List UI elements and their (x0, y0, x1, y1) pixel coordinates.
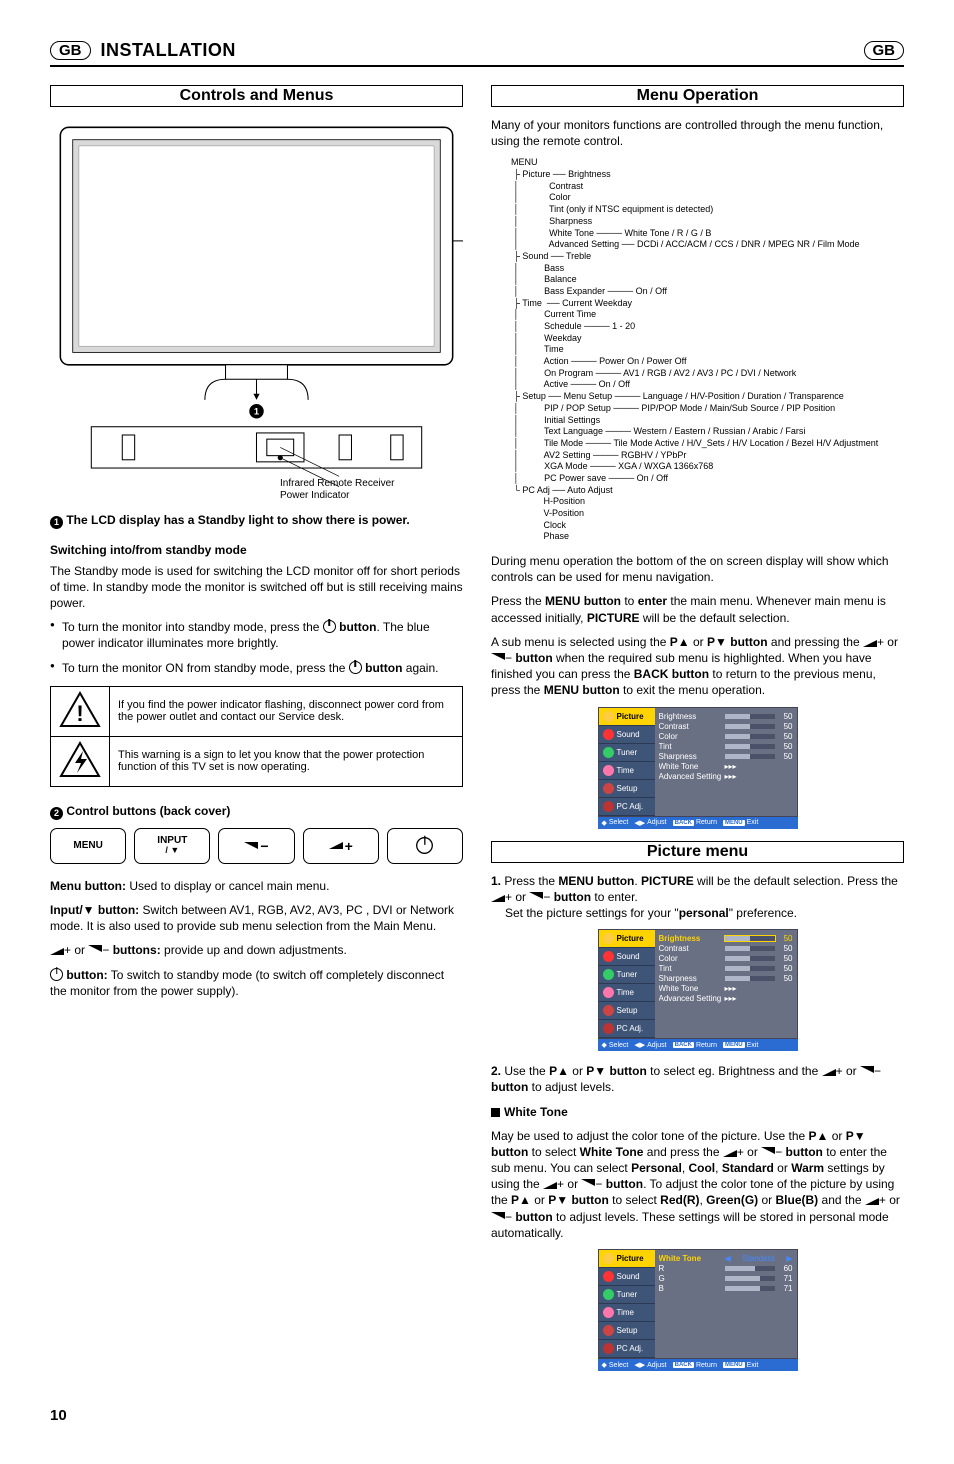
osd-tab-tuner: Tuner (599, 744, 655, 762)
warning-text-2: This warning is a sign to let you know t… (110, 736, 463, 786)
power-icon (349, 661, 362, 674)
lang-badge-left: GB (50, 41, 91, 60)
white-tone-para: May be used to adjust the color tone of … (491, 1128, 904, 1241)
hw-input-button: INPUT/ ▼ (134, 828, 210, 864)
osd-tab-setup: Setup (599, 780, 655, 798)
standby-subheading: Switching into/from standby mode (50, 543, 463, 557)
osd-picture-menu-1: Picture Sound Tuner Time Setup PC Adj. B… (598, 707, 798, 829)
power-icon (323, 620, 336, 633)
hardware-buttons-row: MENU INPUT/ ▼ − + (50, 828, 463, 864)
bullet-exit-standby: To turn the monitor ON from standby mode… (50, 660, 463, 676)
lang-badge-right: GB (864, 41, 905, 60)
standby-bullets: To turn the monitor into standby mode, p… (50, 619, 463, 676)
menu-button-desc: Menu button: Used to display or cancel m… (50, 878, 463, 894)
standby-paragraph: The Standby mode is used for switching t… (50, 563, 463, 612)
input-button-desc: Input/▼ button: Switch between AV1, RGB,… (50, 902, 463, 934)
osd-picture-menu-2: Picture Sound Tuner Time Setup PC Adj. B… (598, 929, 798, 1051)
menu-op-para4: A sub menu is selected using the P▲ or P… (491, 634, 904, 699)
menu-op-para3: Press the MENU button to enter the main … (491, 593, 904, 625)
left-column: Controls and Menus 2 1 Infrared Remote R… (50, 85, 463, 1383)
bullet-enter-standby: To turn the monitor into standby mode, p… (50, 619, 463, 651)
osd-white-tone: Picture Sound Tuner Time Setup PC Adj. W… (598, 1249, 798, 1371)
control-buttons-heading: 2 Control buttons (back cover) (50, 803, 463, 820)
picture-step-2: 2. Use the P▲ or P▼ button to select eg.… (491, 1063, 904, 1095)
menu-operation-title: Menu Operation (491, 85, 904, 107)
power-icon (50, 968, 63, 981)
osd-tab-pcadj: PC Adj. (599, 798, 655, 816)
osd-tab-picture: Picture (599, 708, 655, 726)
section-heading: INSTALLATION (101, 40, 236, 61)
hw-power-button (387, 828, 463, 864)
right-column: Menu Operation Many of your monitors fun… (491, 85, 904, 1383)
white-tone-heading: White Tone (491, 1104, 904, 1120)
warning-icon: ! (51, 686, 110, 736)
hw-vol-up-button: + (303, 828, 379, 864)
menu-op-intro: Many of your monitors functions are cont… (491, 117, 904, 149)
svg-text:1: 1 (254, 406, 259, 416)
picture-step-1: 1. Press the MENU button. PICTURE will b… (491, 873, 904, 922)
power-button-desc: button: To switch to standby mode (to sw… (50, 967, 463, 999)
warning-text-1: If you find the power indicator flashing… (110, 686, 463, 736)
label-power-indicator: Power Indicator (280, 490, 463, 502)
menu-tree: MENU ├ Picture ── Brightness │ Contrast … (511, 157, 904, 543)
standby-light-note: 1 The LCD display has a Standby light to… (50, 512, 463, 529)
warning-table: ! If you find the power indicator flashi… (50, 686, 463, 787)
svg-text:!: ! (76, 701, 83, 726)
osd-tab-sound: Sound (599, 726, 655, 744)
page-number: 10 (50, 1407, 904, 1424)
page-header: GB INSTALLATION GB (50, 40, 904, 67)
hw-menu-button: MENU (50, 828, 126, 864)
picture-menu-title: Picture menu (491, 841, 904, 863)
monitor-diagram: 2 1 (50, 117, 463, 489)
osd-tab-time: Time (599, 762, 655, 780)
shock-icon (51, 736, 110, 786)
volume-buttons-desc: + or − buttons: provide up and down adju… (50, 942, 463, 958)
menu-op-para2: During menu operation the bottom of the … (491, 553, 904, 585)
hw-vol-down-button: − (218, 828, 294, 864)
controls-menus-title: Controls and Menus (50, 85, 463, 107)
